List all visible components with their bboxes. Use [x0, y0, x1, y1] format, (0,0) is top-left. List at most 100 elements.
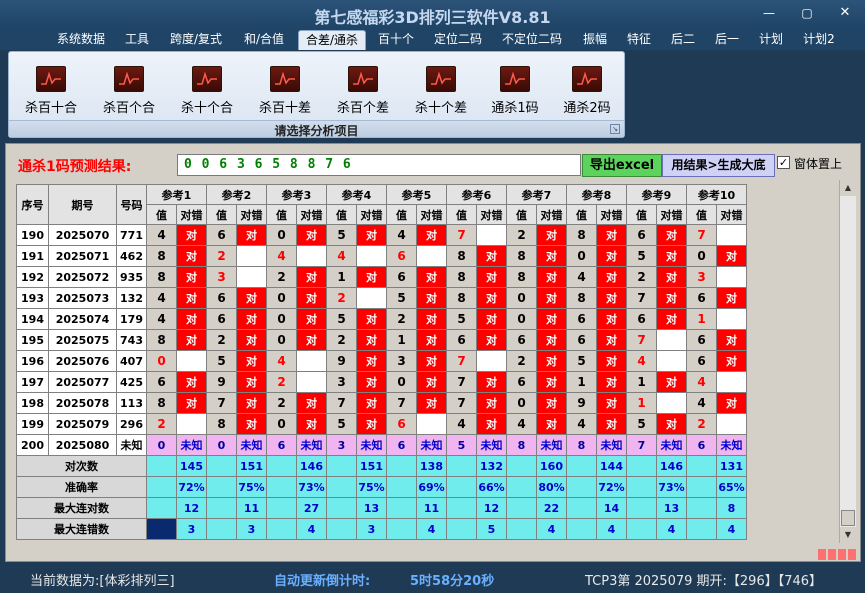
vertical-scrollbar[interactable]: ▲ ▼: [839, 180, 856, 543]
cell-value: 2: [326, 287, 357, 309]
cell-blank: [446, 497, 477, 519]
menu-span-multiple[interactable]: 跨度/复式: [164, 30, 228, 50]
menu-feature[interactable]: 特征: [620, 30, 658, 50]
kill-shi-ge-diff-button[interactable]: 杀十个差: [404, 66, 478, 118]
cell-hit: 对: [536, 329, 567, 351]
cell-hit: 对: [476, 413, 507, 435]
cell-miss: [716, 224, 747, 246]
menu-tools[interactable]: 工具: [118, 30, 156, 50]
cell-blank: [626, 455, 657, 477]
col-header-number: 号码: [116, 184, 147, 225]
col-subheader-value: 值: [446, 204, 477, 225]
cell-unknown: 未知: [596, 434, 627, 456]
cell-blank: [566, 476, 597, 498]
cell-value: 4: [146, 308, 177, 330]
cell-miss: [176, 350, 207, 372]
col-subheader-value: 值: [326, 204, 357, 225]
menu-amplitude[interactable]: 振幅: [576, 30, 614, 50]
menu-sum-value[interactable]: 和/合值: [236, 30, 292, 50]
cell-miss: [236, 266, 267, 288]
kill-bai-shi-diff-button[interactable]: 杀百十差: [248, 66, 322, 118]
generate-base-button[interactable]: 用结果>生成大底: [662, 154, 775, 177]
cell-value: 2: [626, 266, 657, 288]
minimize-button[interactable]: —: [758, 5, 780, 21]
maximize-button[interactable]: ▢: [796, 5, 818, 21]
title-bar: 第七感福彩3D排列三软件V8.81 — ▢ ✕: [0, 0, 865, 28]
menu-plan[interactable]: 计划: [752, 30, 790, 50]
table-row[interactable]: 199 2025079 296 2 8 对 0 对 5 对 6 4 对 4 对 4 对 5 对 2: [16, 413, 747, 435]
col-subheader-value: 值: [146, 204, 177, 225]
pending-row[interactable]: 200 2025080 未知 0 未知 0 未知 6 未知 3 未知 6 未知 5 未知 8 未知 8 未知 7 未知 6…: [16, 434, 747, 456]
col-header-period: 期号: [48, 184, 117, 225]
table-row[interactable]: 195 2025075 743 8 对 2 对 0 对 2 对 1 对 6 对 6 对 6 对 7 6 对: [16, 329, 747, 351]
menu-last-two[interactable]: 后二: [664, 30, 702, 50]
col-subheader-value: 值: [386, 204, 417, 225]
table-row[interactable]: 190 2025070 771 4 对 6 对 0 对 5 对 4 对 7 2 对 8 对 6 对 7: [16, 224, 747, 246]
cell-period: 2025077: [48, 371, 117, 393]
cell-value: 0: [206, 434, 237, 456]
scroll-thumb[interactable]: [841, 510, 855, 526]
cell-value: 8: [506, 266, 537, 288]
table-row[interactable]: 194 2025074 179 4 对 6 对 0 对 5 对 2 对 5 对 0 对 6 对 6 对 1: [16, 308, 747, 330]
cell-value: 6: [686, 350, 717, 372]
cell-hit: 对: [656, 245, 687, 267]
cell-value: 8: [446, 266, 477, 288]
cell-miss: [656, 392, 687, 414]
table-row[interactable]: 197 2025077 425 6 对 9 对 2 3 对 0 对 7 对 6 对 1 对 1 对 4: [16, 371, 747, 393]
cell-number: 296: [116, 413, 147, 435]
table-row[interactable]: 196 2025076 407 0 5 对 4 9 对 3 对 7 2 对 5 对 4 6 对: [16, 350, 747, 372]
ribbon-caption-bar: 请选择分析项目 ↘: [9, 120, 624, 138]
cell-value: 2: [266, 371, 297, 393]
menu-hundreds-tens-units[interactable]: 百十个: [372, 30, 420, 50]
kill-bai-ge-sum-button[interactable]: 杀百个合: [92, 66, 166, 118]
cell-hit: 对: [356, 371, 387, 393]
cell-blank: [686, 476, 717, 498]
col-header-ref: 参考7: [506, 184, 567, 205]
prediction-result-field[interactable]: 0 0 6 3 6 5 8 8 7 6: [177, 154, 581, 176]
col-subheader-result: 对错: [536, 204, 567, 225]
col-header-ref: 参考1: [146, 184, 207, 205]
menu-positional-two[interactable]: 定位二码: [428, 30, 488, 50]
cell-unknown: 未知: [356, 434, 387, 456]
cell-hit: 对: [716, 287, 747, 309]
topmost-checkbox[interactable]: ✓: [777, 156, 790, 169]
menu-plan2[interactable]: 计划2: [796, 30, 842, 50]
cell-value: 8: [146, 392, 177, 414]
cell-value: 4: [506, 413, 537, 435]
menu-last-one[interactable]: 后一: [708, 30, 746, 50]
cell-hit: 对: [536, 350, 567, 372]
cell-blank: [146, 455, 177, 477]
cell-blank: [266, 455, 297, 477]
kill-bai-ge-diff-button[interactable]: 杀百个差: [326, 66, 400, 118]
cell-hit: 对: [236, 413, 267, 435]
menu-diff-kill[interactable]: 合差/通杀: [298, 30, 366, 50]
kill-shi-ge-sum-button[interactable]: 杀十个合: [170, 66, 244, 118]
col-subheader-value: 值: [686, 204, 717, 225]
cell-blank: [506, 476, 537, 498]
table-row[interactable]: 191 2025071 462 8 对 2 4 4 6 8 对 8 对 0 对 5 对 0 对: [16, 245, 747, 267]
cell-hit: 对: [476, 308, 507, 330]
close-button[interactable]: ✕: [834, 5, 856, 21]
table-row[interactable]: 198 2025078 113 8 对 7 对 2 对 7 对 7 对 7 对 0 对 9 对 1 4 对: [16, 392, 747, 414]
menu-nonpositional-two[interactable]: 不定位二码: [496, 30, 568, 50]
kill-bai-shi-sum-button[interactable]: 杀百十合: [14, 66, 88, 118]
col-header-ref: 参考9: [626, 184, 687, 205]
cell-blank: [446, 455, 477, 477]
dialog-launcher-icon[interactable]: ↘: [610, 124, 620, 134]
cell-value: 7: [626, 329, 657, 351]
table-row[interactable]: 193 2025073 132 4 对 6 对 0 对 2 5 对 8 对 0 对 8 对 7 对 6 对: [16, 287, 747, 309]
cell-hit: 对: [236, 350, 267, 372]
scroll-up-icon[interactable]: ▲: [840, 180, 856, 196]
cell-value: 7: [626, 287, 657, 309]
export-excel-button[interactable]: 导出excel: [582, 154, 662, 177]
cell-value: 6: [206, 287, 237, 309]
kill-two-code-button[interactable]: 通杀2码: [550, 66, 624, 118]
cell-value: 8: [446, 245, 477, 267]
scroll-down-icon[interactable]: ▼: [840, 527, 856, 543]
cell-value: 6: [506, 329, 537, 351]
table-row[interactable]: 192 2025072 935 8 对 3 2 对 1 对 6 对 8 对 8 对 4 对 2 对 3: [16, 266, 747, 288]
cell-period: 2025079: [48, 413, 117, 435]
menu-system-data[interactable]: 系统数据: [52, 30, 110, 50]
stats-row: 对次数 145 151 146 151 138 132 160 144 146 131: [16, 455, 747, 477]
kill-one-code-button[interactable]: 通杀1码: [478, 66, 552, 118]
